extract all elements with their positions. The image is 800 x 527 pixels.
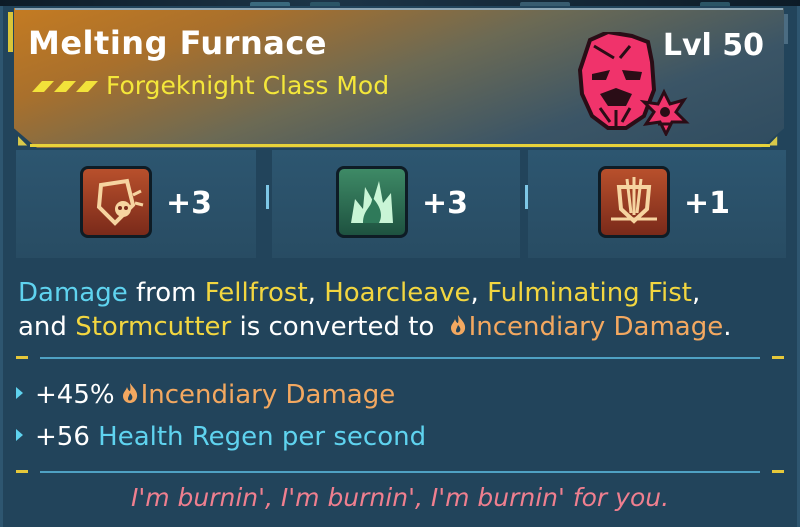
- item-name: Melting Furnace: [28, 24, 327, 62]
- incendiary-flame-icon: [450, 314, 465, 335]
- desc-text: from: [127, 278, 205, 308]
- item-type: Forgeknight Class Mod: [106, 71, 390, 100]
- flavor-text: I'm burnin', I'm burnin', I'm burnin' fo…: [130, 483, 670, 512]
- item-description: Damage from Fellfrost, Hoarcleave, Fulmi…: [18, 276, 788, 344]
- green-flame-skill-icon: [336, 166, 408, 238]
- shield-skull-skill-icon: [80, 166, 152, 238]
- skill-bonus-row: +3 +3 +1: [16, 150, 786, 258]
- desc-text: ,: [470, 278, 488, 308]
- corner-mark-left: ◣: [18, 133, 28, 147]
- skill-bonus-value: +3: [422, 186, 469, 221]
- section-divider: [40, 357, 760, 359]
- desc-text: .: [723, 312, 732, 342]
- skill-name-hoarcleave: Hoarcleave: [324, 278, 471, 308]
- skill-bonus-3[interactable]: +1: [528, 150, 786, 258]
- skill-separator: [525, 185, 528, 209]
- element-incendiary-damage: Incendiary Damage: [468, 312, 724, 342]
- skill-separator: [266, 185, 269, 209]
- desc-text: is converted to: [231, 312, 443, 342]
- skill-bonus-value: +1: [684, 186, 731, 221]
- stat-value: +45%: [35, 380, 115, 410]
- forgeknight-portrait-icon: [577, 32, 690, 136]
- stat-label: Health Regen per second: [98, 422, 427, 452]
- keyword-damage: Damage: [18, 278, 128, 308]
- shield-spears-skill-icon: [598, 166, 670, 238]
- incendiary-flame-icon: [122, 382, 137, 403]
- divider-dash-left: [16, 356, 28, 359]
- skill-bonus-1[interactable]: +3: [16, 150, 256, 258]
- divider-dash-right: [772, 356, 784, 359]
- stat-line-1: +45% Incendiary Damage: [16, 380, 395, 410]
- stat-line-2: +56 Health Regen per second: [16, 422, 426, 452]
- skill-name-stormcutter: Stormcutter: [75, 312, 232, 342]
- right-accent-bar: [784, 14, 788, 44]
- section-divider: [40, 471, 760, 473]
- rarity-chevron-icon: [32, 81, 98, 92]
- bullet-icon: [16, 428, 23, 441]
- skill-bonus-2[interactable]: +3: [272, 150, 520, 258]
- skill-name-fulminating-fist: Fulminating Fist: [487, 278, 692, 308]
- desc-text: ,: [307, 278, 325, 308]
- left-accent-bar: [8, 12, 13, 52]
- stat-value: +56: [35, 422, 90, 452]
- bullet-icon: [16, 386, 23, 399]
- skill-name-fellfrost: Fellfrost: [204, 278, 308, 308]
- skill-bonus-value: +3: [166, 186, 213, 221]
- stat-label: Incendiary Damage: [140, 380, 396, 410]
- divider-dash-left: [16, 470, 28, 473]
- desc-text: ,: [691, 278, 701, 308]
- divider-dash-right: [772, 470, 784, 473]
- corner-mark-right: ◢: [768, 133, 778, 147]
- header-underline: [30, 144, 770, 147]
- desc-text: and: [18, 312, 76, 342]
